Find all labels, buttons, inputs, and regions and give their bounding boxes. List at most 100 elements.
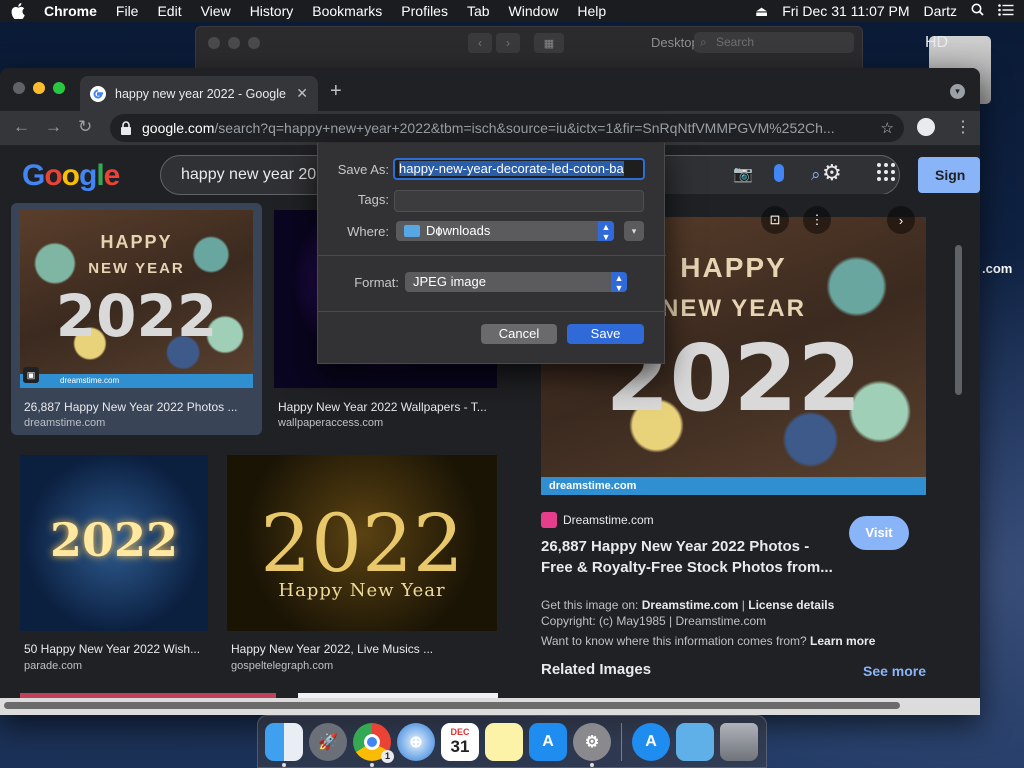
back-icon[interactable]: ‹ — [468, 33, 492, 53]
menu-app-name[interactable]: Chrome — [44, 3, 97, 19]
chrome-menu-icon[interactable]: ⋮ — [955, 117, 971, 137]
show-all-grid-icon[interactable]: ▦ — [534, 33, 564, 53]
tab-strip: happy new year 2022 - Google ✕ + ▾ — [0, 68, 980, 111]
new-tab-icon[interactable]: + — [330, 80, 342, 103]
reload-icon[interactable]: ↻ — [78, 117, 92, 137]
sign-in-button[interactable]: Sign — [918, 157, 980, 193]
google-apps-icon[interactable] — [877, 163, 895, 181]
microphone-icon[interactable] — [774, 164, 784, 182]
menu-profiles[interactable]: Profiles — [401, 3, 448, 19]
image-text-tagline: Happy New Year — [278, 580, 446, 601]
url-path: /search?q=happy+new+year+2022&tbm=isch&s… — [214, 120, 835, 136]
result-thumbnail[interactable]: 2022 Happy New Year — [227, 455, 497, 631]
image-result[interactable]: 2022 50 Happy New Year 2022 Wish... para… — [20, 455, 210, 675]
address-bar[interactable]: google.com/search?q=happy+new+year+2022&… — [110, 114, 904, 142]
app-store-download-icon[interactable]: A — [632, 722, 670, 761]
downloads-folder-stack-icon[interactable] — [676, 722, 714, 761]
settings-gear-icon[interactable]: ⚙ — [822, 161, 846, 185]
dialog-separator — [318, 311, 666, 312]
menu-view[interactable]: View — [201, 3, 231, 19]
tab-google-search[interactable]: happy new year 2022 - Google ✕ — [80, 76, 318, 111]
menu-user[interactable]: Dartz — [924, 3, 957, 19]
save-as-input[interactable]: happy-new-year-decorate-led-coton-ba — [393, 158, 645, 180]
tags-label: Tags: — [357, 192, 389, 207]
result-caption[interactable]: 50 Happy New Year 2022 Wish... — [24, 642, 208, 656]
where-select[interactable]: Downloads ▲ ▼ — [396, 221, 614, 242]
dock-divider — [621, 722, 622, 761]
lens-search-icon[interactable]: ⊡ — [761, 206, 789, 234]
finder-icon[interactable] — [265, 722, 303, 767]
license-details-link[interactable]: License details — [748, 598, 834, 612]
zoom-window-button[interactable] — [53, 82, 65, 94]
back-arrow-icon[interactable]: ← — [13, 117, 30, 137]
search-submit-icon[interactable]: ⌕ — [811, 156, 821, 194]
minimize-window-button[interactable] — [33, 82, 45, 94]
app-store-icon[interactable]: A — [529, 722, 567, 761]
vertical-scrollbar[interactable] — [955, 245, 962, 395]
more-options-icon[interactable]: ⋮ — [803, 206, 831, 234]
forward-arrow-icon[interactable]: → — [45, 117, 62, 137]
visit-button[interactable]: Visit — [849, 516, 909, 550]
menu-help[interactable]: Help — [577, 3, 606, 19]
lock-icon[interactable] — [120, 121, 132, 135]
result-source[interactable]: gospeltelegraph.com — [231, 660, 333, 672]
menu-window[interactable]: Window — [509, 3, 559, 19]
launchpad-icon[interactable]: 🚀 — [309, 722, 347, 761]
safari-icon[interactable]: ⊕ — [397, 722, 435, 761]
preview-title[interactable]: 26,887 Happy New Year 2022 Photos - Free… — [541, 536, 841, 578]
horizontal-scrollbar[interactable] — [4, 702, 900, 709]
save-button[interactable]: Save — [567, 324, 644, 344]
bookmark-star-icon[interactable]: ☆ — [881, 119, 894, 137]
result-caption[interactable]: Happy New Year 2022, Live Musics ... — [231, 642, 497, 656]
result-source[interactable]: wallpaperaccess.com — [278, 417, 383, 429]
tab-close-icon[interactable]: ✕ — [296, 85, 308, 102]
cancel-button[interactable]: Cancel — [481, 324, 557, 344]
calendar-icon[interactable]: DEC 31 — [441, 722, 479, 761]
preview-site[interactable]: Dreamstime.com — [541, 512, 654, 528]
related-images-heading: Related Images — [541, 661, 652, 678]
expand-dialog-chevron-icon[interactable]: ▾ — [624, 221, 644, 241]
apple-menu-icon[interactable] — [10, 3, 26, 19]
profile-avatar-icon[interactable] — [917, 118, 935, 136]
tab-search-dropdown-icon[interactable]: ▾ — [950, 84, 965, 99]
license-line: Get this image on: Dreamstime.com | Lice… — [541, 598, 834, 612]
image-result[interactable]: HAPPY NEW YEAR 2022 dreamstime.com ▣ 26,… — [11, 203, 262, 435]
see-more-link[interactable]: See more — [863, 663, 926, 679]
watermark-bar: dreamstime.com — [20, 374, 253, 388]
desktop-file-label[interactable]: .com — [982, 261, 1012, 276]
chrome-icon[interactable]: 1 — [353, 722, 394, 767]
result-caption[interactable]: 26,887 Happy New Year 2022 Photos ... — [24, 400, 254, 414]
image-text-happy: HAPPY — [100, 232, 173, 252]
result-source[interactable]: dreamstime.com — [24, 417, 105, 429]
close-window-button[interactable] — [13, 82, 25, 94]
result-source[interactable]: parade.com — [24, 660, 82, 672]
next-image-icon[interactable]: › — [887, 206, 915, 234]
menu-file[interactable]: File — [116, 3, 139, 19]
prefs-search-field[interactable]: ⌕ Search — [694, 32, 854, 53]
menu-clock[interactable]: Fri Dec 31 11:07 PM — [782, 3, 909, 19]
license-site-link[interactable]: Dreamstime.com — [642, 598, 739, 612]
format-select[interactable]: JPEG image ▲ ▼ — [405, 272, 627, 293]
camera-search-icon[interactable]: 📷 — [733, 156, 753, 194]
notes-icon[interactable] — [485, 722, 523, 761]
copyright-text: Copyright: (c) May1985 | Dreamstime.com — [541, 614, 767, 628]
menu-history[interactable]: History — [250, 3, 294, 19]
result-thumbnail[interactable]: HAPPY NEW YEAR 2022 dreamstime.com — [20, 210, 253, 388]
menu-bookmarks[interactable]: Bookmarks — [312, 3, 382, 19]
eject-icon[interactable]: ⏏ — [755, 3, 768, 20]
result-caption[interactable]: Happy New Year 2022 Wallpapers - T... — [278, 400, 496, 414]
menu-tab[interactable]: Tab — [467, 3, 490, 19]
chrome-window-controls — [13, 82, 65, 94]
system-preferences-icon[interactable]: ⚙ — [573, 722, 611, 767]
image-result[interactable]: 2022 Happy New Year Happy New Year 2022,… — [227, 455, 499, 675]
tags-input[interactable] — [394, 190, 644, 212]
trash-icon[interactable] — [720, 722, 758, 761]
spotlight-search-icon[interactable] — [971, 3, 984, 19]
forward-icon[interactable]: › — [496, 33, 520, 53]
google-logo[interactable]: Google — [22, 159, 120, 193]
learn-more-link[interactable]: Learn more — [810, 634, 875, 648]
notification-center-icon[interactable] — [998, 3, 1014, 19]
result-thumbnail[interactable]: 2022 — [20, 455, 208, 631]
menu-edit[interactable]: Edit — [157, 3, 181, 19]
calendar-day: 31 — [450, 737, 470, 756]
